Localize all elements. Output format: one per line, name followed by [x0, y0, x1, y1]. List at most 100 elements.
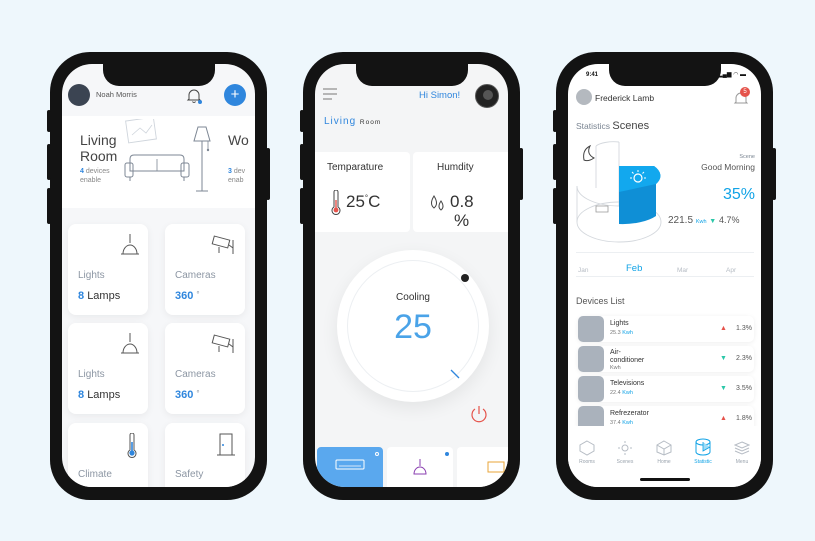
home-screen: Noah Morris + Living Room 4 devices enab… [62, 64, 255, 487]
home-indicator [640, 478, 690, 481]
tile-unit: Lamps [87, 389, 121, 401]
tile-cameras[interactable]: Cameras 360 ° [165, 224, 245, 315]
security-camera-icon [211, 235, 234, 254]
phone-frame: Noah Morris + Living Room 4 devices enab… [47, 52, 270, 500]
door-icon [217, 433, 235, 456]
room-title: Living Room [324, 116, 382, 127]
avatar[interactable] [68, 84, 90, 106]
notification-badge: 5 [740, 87, 750, 97]
tile-label: Cameras [175, 270, 216, 281]
temperature-label: Temparature [327, 162, 384, 173]
water-drops-icon [431, 195, 444, 211]
tile-unit: Lamps [87, 290, 121, 302]
notch [355, 64, 468, 86]
room-screen: Hi Simon! Living Room Temparature 25°C H… [315, 64, 508, 487]
room-name-2: Room [80, 148, 118, 164]
user-name: Frederick Lamb [595, 93, 655, 103]
tab-home[interactable]: Home [649, 459, 679, 465]
status-time: 9:41 [586, 72, 599, 78]
dial-mode: Cooling [396, 292, 430, 303]
tile-label: Lights [78, 270, 105, 281]
room-name: Living [80, 132, 117, 148]
tile-lights[interactable]: Lights 8 Lamps [68, 224, 148, 315]
tile-value: 8 [78, 290, 85, 302]
air-conditioner-icon [578, 346, 604, 372]
menu-tab-icon [734, 441, 750, 455]
dial-knob[interactable] [461, 274, 469, 282]
tile-label: Safety [175, 469, 204, 480]
device-row-air-conditioner[interactable]: Air-conditioner Kwh ▼ 2.3% [578, 346, 754, 372]
section-heading: Statistics Scenes [576, 120, 650, 132]
thermostat-dial[interactable]: Cooling 25 [337, 250, 489, 402]
ceiling-lamp-icon [121, 333, 139, 354]
notch [608, 64, 721, 86]
bell-icon[interactable] [186, 87, 202, 105]
room-card-work[interactable]: Wo 3 dev enab [228, 132, 249, 185]
statistics-screen: 9:41 ▂▄▆ ◠ ▬ Frederick Lamb 5 Statistics… [568, 64, 761, 487]
scenes-tab-icon [618, 441, 632, 455]
home-tab-icon [656, 440, 672, 456]
phone-frame: Hi Simon! Living Room Temparature 25°C H… [300, 52, 523, 500]
tab-scenes[interactable]: Scenes [610, 459, 640, 465]
tile-value: 360 [175, 290, 194, 302]
lightbulb-icon [578, 316, 604, 342]
tile-unit: ° [196, 290, 200, 299]
tile-value: 360 [175, 389, 194, 401]
device-tile-ac[interactable] [317, 447, 383, 487]
ceiling-lamp-icon [121, 234, 139, 255]
thermometer-icon [127, 433, 137, 458]
room-name: Wo [228, 132, 249, 148]
device-tile-tv[interactable] [457, 447, 508, 487]
phone-frame: 9:41 ▂▄▆ ◠ ▬ Frederick Lamb 5 Statistics… [553, 52, 776, 500]
temperature-card[interactable]: Temparature 25°C [315, 152, 410, 232]
dial-indicator [450, 369, 460, 379]
avatar[interactable] [576, 89, 592, 105]
add-button[interactable]: + [224, 84, 246, 106]
ceiling-lamp-icon [413, 459, 427, 475]
tile-cameras[interactable]: Cameras 360 ° [165, 323, 245, 414]
humidity-value: 0.8% [450, 192, 474, 230]
statistic-tab-icon [695, 438, 711, 456]
menu-icon[interactable] [323, 88, 337, 100]
tile-safety[interactable]: Safety [165, 423, 245, 487]
tile-lights[interactable]: Lights 8 Lamps [68, 323, 148, 414]
scene-label: Scene [739, 154, 755, 160]
tile-value: 8 [78, 389, 85, 401]
device-row-lights[interactable]: Lights 25.3 Kwh ▲ 1.3% [578, 316, 754, 342]
energy-usage: 221.5 Kwh ▼ 4.7% [668, 215, 740, 226]
greeting: Hi Simon! [419, 90, 461, 101]
month-mar[interactable]: Mar [677, 267, 688, 274]
dial-value: 25 [394, 308, 432, 346]
month-feb-active[interactable]: Feb [626, 263, 642, 274]
temperature-value: 25°C [346, 192, 381, 211]
status-icons: ▂▄▆ ◠ ▬ [718, 72, 747, 78]
user-name: Noah Morris [96, 90, 137, 99]
device-row-televisions[interactable]: Televisions 22.4 Kwh ▼ 3.5% [578, 376, 754, 402]
tab-statistic-active[interactable]: Statistic [688, 459, 718, 465]
tile-unit: ° [196, 389, 200, 398]
month-jan[interactable]: Jan [578, 267, 588, 274]
tile-label: Lights [78, 369, 105, 380]
rooms-tab-icon [579, 440, 595, 456]
tile-climate[interactable]: Climate [68, 423, 148, 487]
sofa-illustration [124, 119, 211, 192]
scene-name: Good Morning [701, 162, 755, 172]
scenes-3d-chart [576, 141, 662, 243]
devices-list-title: Devices List [576, 296, 625, 306]
device-tile-lamp[interactable] [387, 447, 453, 487]
month-apr[interactable]: Apr [726, 267, 736, 274]
avatar[interactable] [475, 84, 499, 108]
power-icon[interactable] [469, 404, 489, 424]
security-camera-icon [211, 334, 234, 353]
notch [102, 64, 215, 86]
tv-icon [487, 461, 505, 473]
humidity-label: Humdity [437, 162, 474, 173]
tab-rooms[interactable]: Rooms [572, 459, 602, 465]
tile-label: Cameras [175, 369, 216, 380]
tab-menu[interactable]: Menu [727, 459, 757, 465]
air-conditioner-icon [335, 459, 365, 470]
tv-icon [578, 376, 604, 402]
tile-label: Climate [78, 469, 112, 480]
room-card-living[interactable]: Living Room 4 devices enable [80, 132, 117, 185]
humidity-card[interactable]: Humdity 0.8% [413, 152, 508, 232]
